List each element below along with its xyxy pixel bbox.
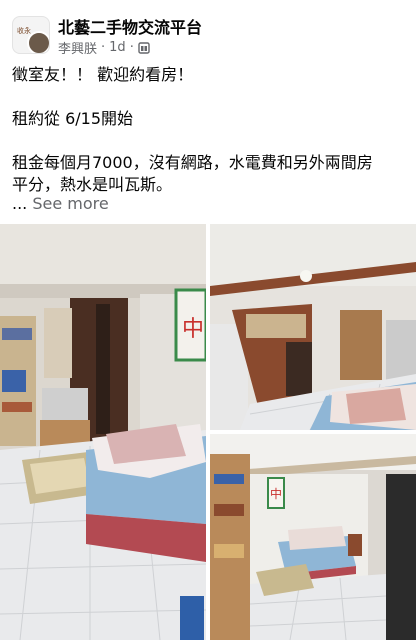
bedroom-photo-3[interactable]: 中: [210, 434, 416, 640]
group-privacy-icon: [138, 41, 150, 54]
ellipsis: ...: [12, 194, 28, 213]
author-name-link[interactable]: 李興朕: [58, 38, 97, 57]
post-timestamp[interactable]: 1d: [109, 40, 126, 55]
post-body: 徵室友！！ 歡迎約看房！ 租約從 6/15開始 租金每個月7000，沒有網路，水…: [12, 64, 408, 196]
meta-separator: ·: [101, 40, 106, 55]
sign-char: 中: [182, 317, 204, 342]
bedroom-photo-1[interactable]: 中: [0, 224, 206, 640]
author-avatar[interactable]: [27, 31, 49, 53]
post-header: 收永 北藝二手物交流平台 李興朕 · 1d ·: [0, 0, 416, 60]
group-avatar[interactable]: 收永: [12, 16, 50, 54]
bedroom-photo-2[interactable]: [210, 224, 416, 430]
post-line-2: 租約從 6/15開始: [12, 109, 134, 128]
sign-char-small: 中: [270, 486, 282, 501]
see-more[interactable]: ... See more: [12, 194, 109, 213]
post-line-1: 徵室友！！ 歡迎約看房！: [12, 65, 194, 84]
see-more-link[interactable]: See more: [32, 194, 108, 213]
post-meta: 李興朕 · 1d ·: [58, 38, 150, 57]
group-name-link[interactable]: 北藝二手物交流平台: [58, 14, 202, 38]
meta-separator-2: ·: [129, 40, 134, 55]
post-line-3: 租金每個月7000，沒有網路，水電費和另外兩間房: [12, 153, 373, 172]
post-line-4: 平分，熱水是叫瓦斯。: [12, 175, 173, 194]
